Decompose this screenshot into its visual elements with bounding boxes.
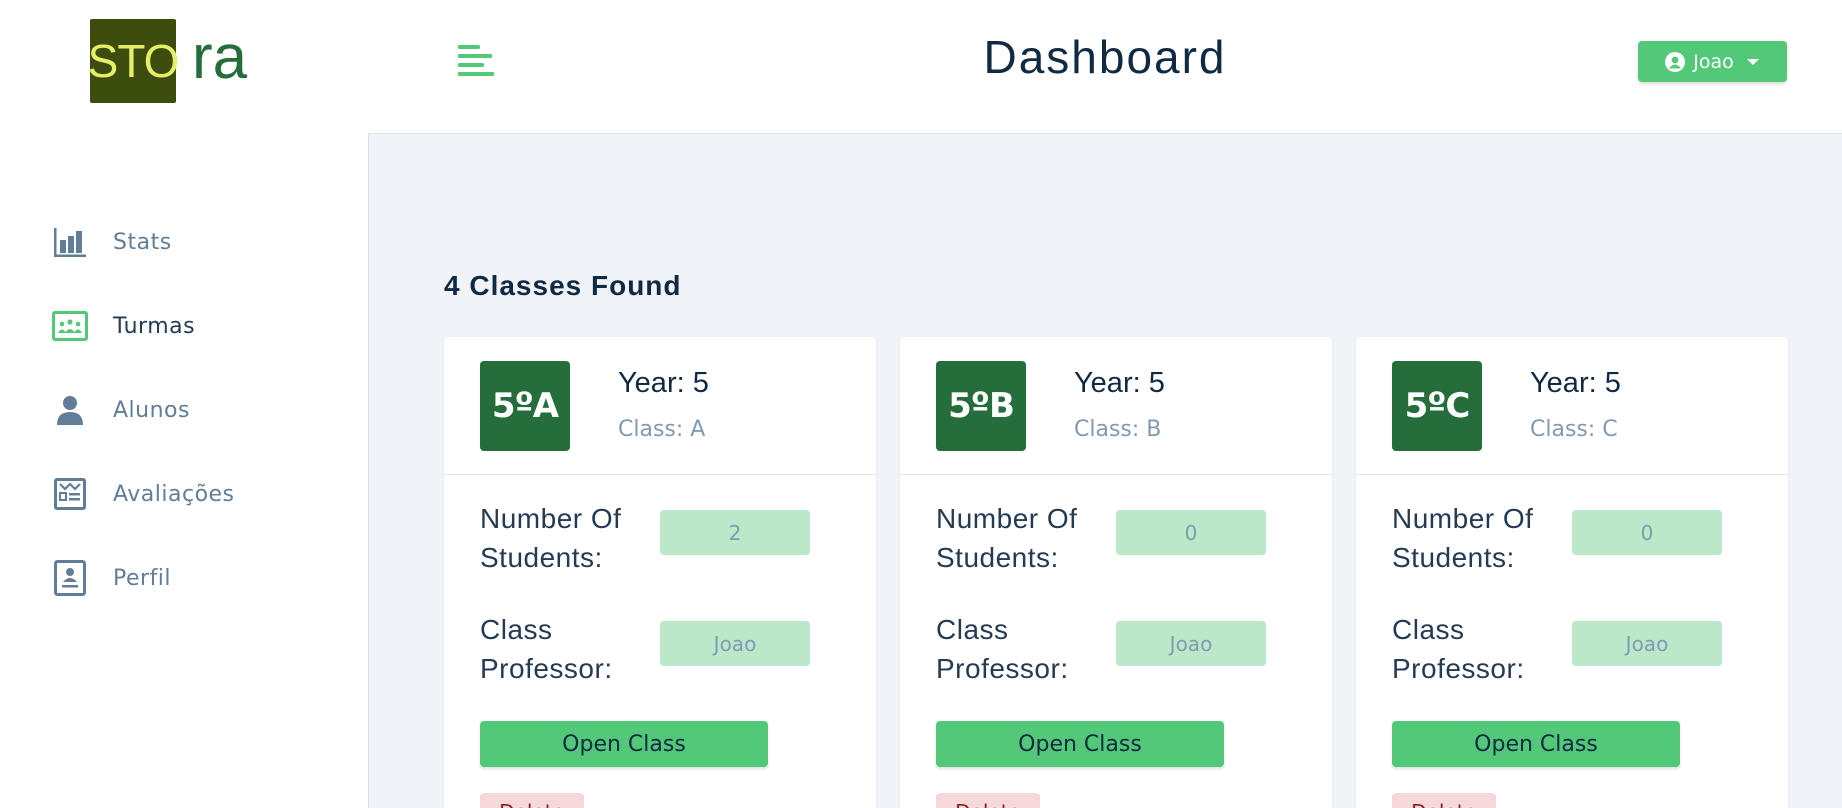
students-label: Number Of Students: — [480, 503, 622, 573]
caret-down-icon — [1746, 57, 1760, 67]
delete-class-button[interactable]: Delete — [480, 793, 584, 808]
card-header: 5ºA Year: 5 Class: A — [444, 337, 876, 475]
user-icon — [50, 390, 90, 430]
class-name: Class: C — [1530, 417, 1618, 442]
class-badge: 5ºC — [1392, 361, 1482, 451]
professor-row: Class Professor: Joao — [480, 610, 860, 690]
professor-label: Class Professor: — [1392, 614, 1525, 684]
sidebar-nav: Stats Turmas Alunos Avaliações Perfil — [50, 200, 235, 620]
user-circle-icon — [1665, 51, 1686, 72]
class-year: Year: 5 — [1530, 367, 1621, 399]
logo[interactable]: STO ra — [88, 18, 248, 104]
page-title: Dashboard — [983, 31, 1227, 83]
logo-text: ra — [192, 23, 248, 92]
delete-class-button[interactable]: Delete — [1392, 793, 1496, 808]
professor-value: Joao — [1116, 621, 1266, 666]
user-name: Joao — [1693, 50, 1734, 73]
open-class-button[interactable]: Open Class — [936, 721, 1224, 767]
class-badge: 5ºB — [936, 361, 1026, 451]
students-value: 0 — [1572, 510, 1722, 555]
sidebar-item-label: Perfil — [113, 565, 172, 591]
open-class-button[interactable]: Open Class — [1392, 721, 1680, 767]
bar-chart-icon — [50, 222, 90, 262]
logo-box: STO — [88, 19, 179, 103]
delete-class-button[interactable]: Delete — [936, 793, 1040, 808]
card-header: 5ºB Year: 5 Class: B — [900, 337, 1332, 475]
sidebar-item-perfil[interactable]: Perfil — [50, 536, 235, 620]
main-content: 4 Classes Found 5ºA Year: 5 Class: A Num… — [368, 134, 1842, 808]
profile-card-icon — [50, 558, 90, 598]
professor-row: Class Professor: Joao — [1392, 610, 1772, 690]
user-menu-button[interactable]: Joao — [1638, 41, 1787, 82]
professor-label: Class Professor: — [936, 614, 1069, 684]
sidebar-item-label: Avaliações — [113, 481, 235, 507]
class-year: Year: 5 — [1074, 367, 1165, 399]
class-badge: 5ºA — [480, 361, 570, 451]
professor-row: Class Professor: Joao — [936, 610, 1316, 690]
students-value: 0 — [1116, 510, 1266, 555]
professor-value: Joao — [1572, 621, 1722, 666]
students-row: Number Of Students: 0 — [1392, 499, 1772, 579]
students-label: Number Of Students: — [936, 503, 1078, 573]
clipboard-icon — [50, 474, 90, 514]
sidebar-item-alunos[interactable]: Alunos — [50, 368, 235, 452]
sidebar-item-stats[interactable]: Stats — [50, 200, 235, 284]
students-value: 2 — [660, 510, 810, 555]
sidebar-item-label: Alunos — [113, 397, 190, 423]
class-card: 5ºC Year: 5 Class: C Number Of Students:… — [1356, 337, 1788, 808]
sidebar-item-turmas[interactable]: Turmas — [50, 284, 235, 368]
sidebar-item-label: Turmas — [113, 313, 196, 339]
students-row: Number Of Students: 2 — [480, 499, 860, 579]
students-label: Number Of Students: — [1392, 503, 1534, 573]
students-row: Number Of Students: 0 — [936, 499, 1316, 579]
classroom-icon — [50, 306, 90, 346]
card-header: 5ºC Year: 5 Class: C — [1356, 337, 1788, 475]
sidebar: STO ra Stats Turmas Alunos Avaliações Pe… — [0, 0, 368, 808]
professor-label: Class Professor: — [480, 614, 613, 684]
results-count: 4 Classes Found — [444, 270, 682, 301]
class-year: Year: 5 — [618, 367, 709, 399]
class-card: 5ºB Year: 5 Class: B Number Of Students:… — [900, 337, 1332, 808]
top-header: Dashboard Joao — [368, 0, 1842, 134]
sidebar-item-avaliacoes[interactable]: Avaliações — [50, 452, 235, 536]
class-card: 5ºA Year: 5 Class: A Number Of Students:… — [444, 337, 876, 808]
class-name: Class: A — [618, 417, 706, 442]
professor-value: Joao — [660, 621, 810, 666]
open-class-button[interactable]: Open Class — [480, 721, 768, 767]
class-name: Class: B — [1074, 417, 1162, 442]
sidebar-item-label: Stats — [113, 229, 172, 255]
